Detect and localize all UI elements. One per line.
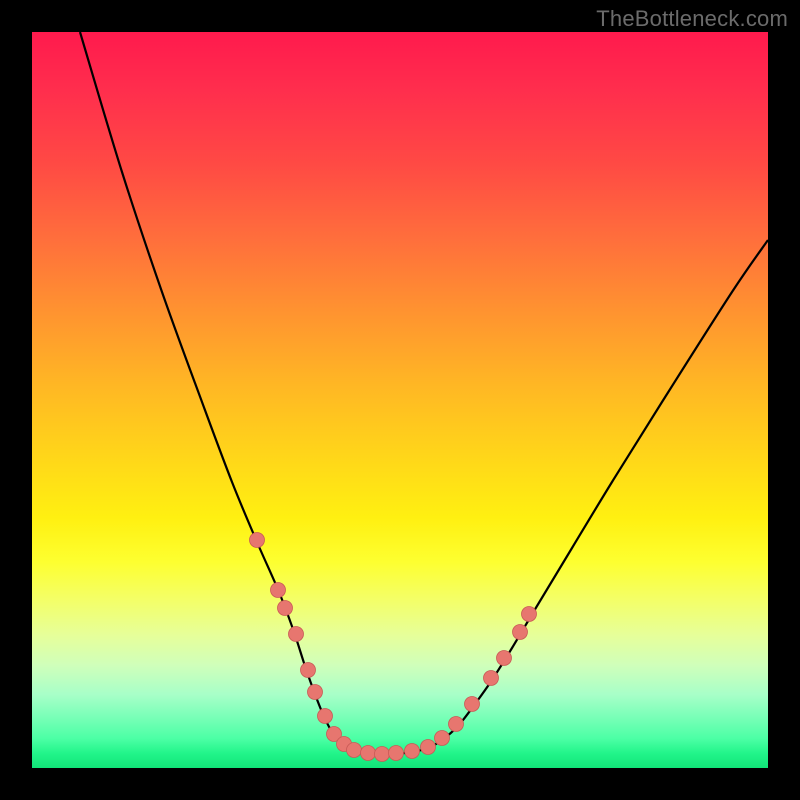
marker-dot — [435, 731, 450, 746]
marker-dot — [389, 746, 404, 761]
marker-dot — [513, 625, 528, 640]
marker-dot — [361, 746, 376, 761]
marker-dot — [347, 743, 362, 758]
marker-group-left — [250, 533, 390, 762]
marker-dot — [375, 747, 390, 762]
marker-dot — [250, 533, 265, 548]
marker-dot — [484, 671, 499, 686]
marker-dot — [522, 607, 537, 622]
marker-dot — [301, 663, 316, 678]
bottleneck-curve — [80, 32, 768, 754]
marker-dot — [278, 601, 293, 616]
plot-frame — [32, 32, 768, 768]
marker-group-right — [389, 607, 537, 761]
marker-dot — [449, 717, 464, 732]
marker-dot — [308, 685, 323, 700]
marker-dot — [318, 709, 333, 724]
marker-dot — [271, 583, 286, 598]
marker-dot — [465, 697, 480, 712]
watermark-text: TheBottleneck.com — [596, 6, 788, 32]
marker-dot — [405, 744, 420, 759]
chart-svg — [32, 32, 768, 768]
marker-dot — [497, 651, 512, 666]
marker-dot — [421, 740, 436, 755]
marker-dot — [289, 627, 304, 642]
